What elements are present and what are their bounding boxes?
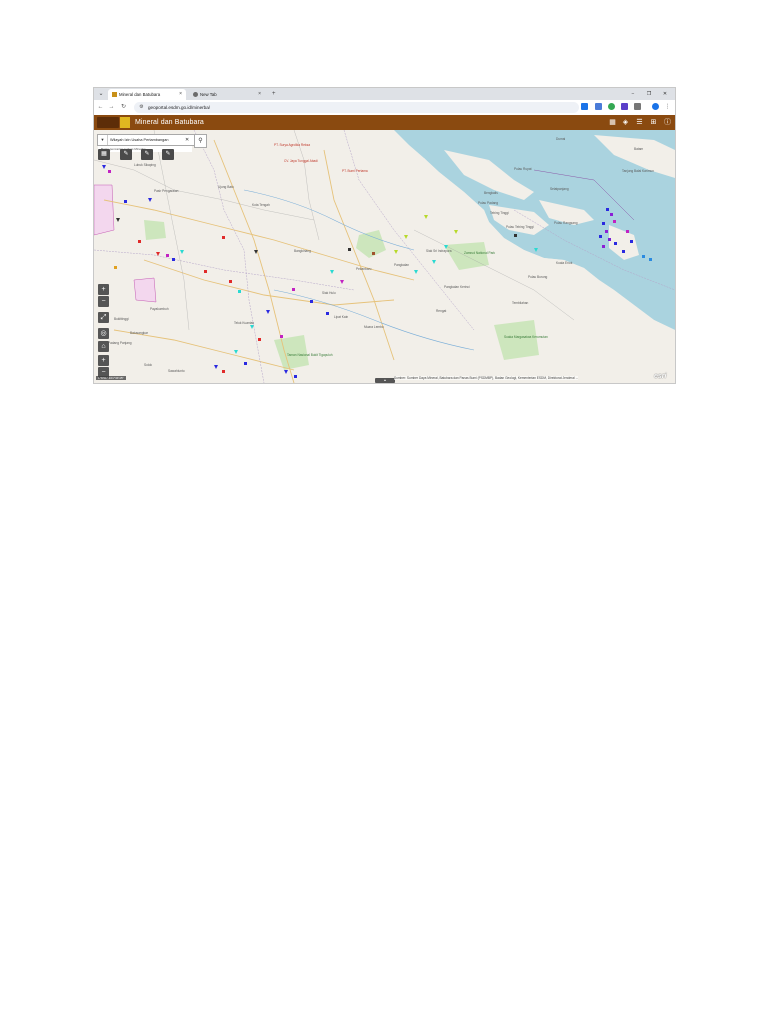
esri-logo: esri [654, 373, 667, 380]
back-arrow-icon[interactable]: ← [96, 103, 105, 112]
search-source-dropdown[interactable]: ▼ [98, 135, 108, 145]
legend-icon[interactable]: ☰ [635, 118, 644, 127]
tab-title: New Tab [200, 92, 217, 97]
search-icon[interactable]: ⚲ [194, 134, 207, 148]
map-label-concession: CV. Jaya Tunggal Abadi [284, 159, 318, 163]
map-label: Tanjung Balai Karimun [622, 169, 654, 173]
info-icon[interactable]: ⓘ [663, 118, 672, 127]
extensions-puzzle-icon[interactable] [634, 103, 641, 110]
extension-icon[interactable] [595, 103, 602, 110]
reload-icon[interactable]: ↻ [119, 103, 128, 112]
map-label: Solok [144, 363, 152, 367]
site-info-icon[interactable]: ⚙ [138, 104, 145, 111]
map-label: Batusangkar [130, 331, 148, 335]
search-input[interactable] [110, 135, 182, 145]
map-label-concession: PT. Surya Agrolika Reksa [274, 143, 310, 147]
address-bar[interactable]: ⚙ geoportal.esdm.go.id/minerba/ [134, 102, 579, 113]
clear-icon[interactable]: ✕ [185, 135, 189, 145]
draw-tool-icon[interactable]: ✎ [162, 149, 174, 160]
map-label: Lubuk Sikaping [134, 163, 156, 167]
map-label-park: Taman Nasional Bukit Tigapuluh [287, 353, 333, 357]
add-icon[interactable]: ⊞ [649, 118, 658, 127]
new-tab-button[interactable]: + [272, 89, 276, 100]
tab-close-icon[interactable]: × [258, 89, 261, 100]
zoom-in-secondary-button[interactable]: + [98, 355, 109, 366]
app-header: Mineral dan Batubara ▦ ◈ ☰ ⊞ ⓘ [94, 115, 675, 130]
map-label: Pulau Tebing Tinggi [506, 225, 534, 229]
tab-mineral-batubara[interactable]: Mineral dan Batubara × [108, 89, 186, 100]
layers-icon[interactable]: ◈ [621, 118, 630, 127]
restore-button[interactable]: ❐ [644, 88, 654, 100]
extension-icon[interactable] [608, 103, 615, 110]
map-label: Selatpanjang [550, 187, 569, 191]
extension-icon[interactable] [621, 103, 628, 110]
app-logo-icon [120, 117, 130, 128]
map-label: Pulau Rupat [514, 167, 532, 171]
bookmark-star-icon[interactable] [581, 103, 588, 110]
tab-close-icon[interactable]: × [179, 89, 182, 100]
map-label: Pekanbaru [356, 267, 372, 271]
map-label: Lipat Kain [334, 315, 349, 319]
edit-tool-icon[interactable]: ✎ [120, 149, 132, 160]
widget-grid-icon[interactable]: ▦ [98, 149, 110, 160]
minimize-button[interactable]: − [628, 88, 638, 100]
basemap [94, 130, 675, 383]
tab-title: Mineral dan Batubara [119, 92, 161, 97]
map-label: Payakumbuh [150, 307, 169, 311]
map-label: Pulau Rangsang [554, 221, 578, 225]
map-attribution: Sumber: Sumber Daya Mineral, Batubara da… [394, 376, 579, 380]
map-label: Siak Hulu [322, 291, 336, 295]
map-label: Pulau Burung [528, 275, 548, 279]
map-label: Siak Sri Indrapura [426, 249, 452, 253]
map-label: Pangkalan [394, 263, 410, 267]
navigation-bar: ← → ↻ ⚙ geoportal.esdm.go.id/minerba/ ⋮ [94, 100, 675, 115]
esdm-logo-icon [97, 117, 119, 128]
zoom-in-button[interactable]: + [98, 284, 109, 295]
forward-arrow-icon[interactable]: → [107, 103, 116, 112]
fullscreen-icon[interactable]: ⤢ [98, 312, 109, 323]
url-text[interactable]: geoportal.esdm.go.id/minerba/ [148, 102, 210, 113]
chrome-favicon-icon [193, 92, 198, 97]
tab-new-tab[interactable]: New Tab × [189, 89, 265, 100]
map-label: Rengat [436, 309, 447, 313]
map-label: Bengkalis [484, 191, 498, 195]
map-label: Pasir Pengaraian [154, 189, 179, 193]
map-label: Sawahlunto [168, 369, 185, 373]
map-label: Ujung Batu [218, 185, 234, 189]
profile-avatar-icon[interactable] [652, 103, 659, 110]
tab-strip: ⌄ Mineral dan Batubara × New Tab × + − ❐… [94, 88, 675, 100]
app-title: Mineral dan Batubara [135, 119, 204, 126]
map-label: Bukittinggi [114, 317, 129, 321]
browser-window: ⌄ Mineral dan Batubara × New Tab × + − ❐… [94, 88, 675, 383]
map-label: Batam [634, 147, 644, 151]
map-label: Kota Tengah [252, 203, 270, 207]
measure-tool-icon[interactable]: ✎ [141, 149, 153, 160]
attribution-toggle-icon[interactable]: ▲ [375, 378, 395, 383]
locate-icon[interactable]: ◎ [98, 328, 109, 339]
map-label: Tebing Tinggi [490, 211, 509, 215]
tab-search-icon[interactable]: ⌄ [97, 90, 105, 98]
map-label: Padang Panjang [108, 341, 132, 345]
zoom-out-button[interactable]: − [98, 296, 109, 307]
map-label: Muara Lembu [364, 325, 384, 329]
map-label: Pulau Padang [478, 201, 499, 205]
map-label: Teluk Kuantan [234, 321, 255, 325]
map-label-park: Zamrud National Park [464, 251, 496, 255]
coordinate-readout: 1°6'51" 101°34'45" [96, 376, 126, 380]
map-label-park: Suaka Margasatwa Kerumutan [504, 335, 548, 339]
app-favicon-icon [112, 92, 117, 97]
basemap-icon[interactable]: ▦ [608, 118, 617, 127]
map-label-concession: PT. Bumi Pertama [342, 169, 368, 173]
map-label: Kuala Enok [556, 261, 573, 265]
search-box: ▼ ✕ [97, 134, 195, 146]
menu-dots-icon[interactable]: ⋮ [663, 103, 672, 112]
map-label: Tembilahan [512, 301, 529, 305]
map-label: Pangkalan Kerinci [444, 285, 470, 289]
home-icon[interactable]: ⌂ [98, 341, 109, 352]
map-label: Dumai [556, 137, 566, 141]
close-window-button[interactable]: ✕ [660, 88, 670, 100]
map-view[interactable]: Dumai Pulau Rupat Bengkalis Pulau Padang… [94, 130, 675, 383]
map-label: Bangkinang [294, 249, 311, 253]
